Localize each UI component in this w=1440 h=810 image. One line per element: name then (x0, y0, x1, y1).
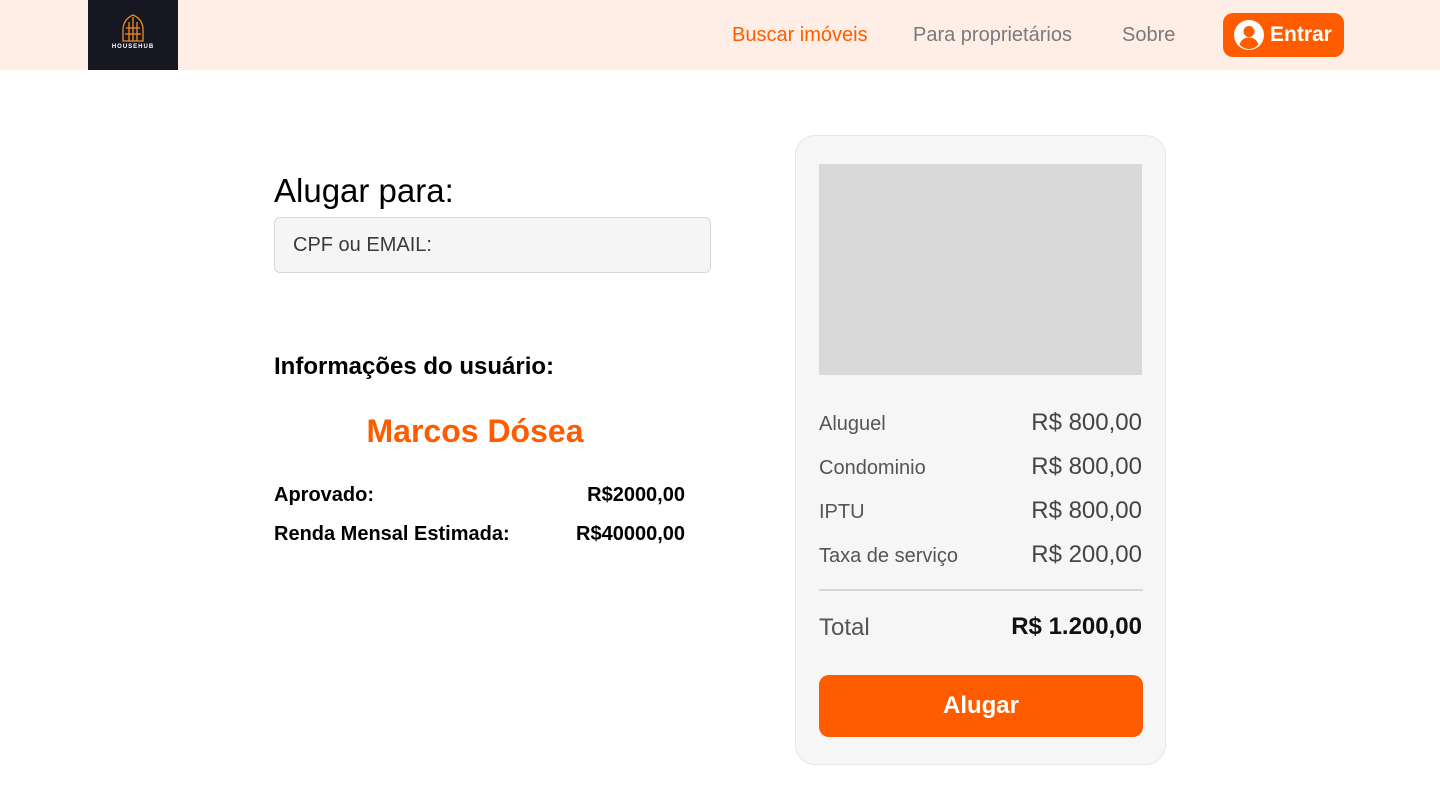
price-label: IPTU (819, 501, 865, 523)
price-row-taxa: Taxa de serviço R$ 200,00 (819, 540, 1142, 570)
price-label: Condominio (819, 457, 926, 479)
top-header: HOUSEHUB Buscar imóveis Para proprietári… (0, 0, 1440, 70)
income-label: Renda Mensal Estimada: (274, 523, 510, 545)
price-value: R$ 800,00 (1031, 497, 1142, 524)
login-button[interactable]: Entrar (1223, 13, 1344, 57)
property-image-placeholder (819, 164, 1142, 375)
login-label: Entrar (1270, 23, 1332, 46)
nav-para-proprietarios[interactable]: Para proprietários (913, 22, 1072, 48)
approved-label: Aprovado: (274, 484, 374, 506)
price-row-aluguel: Aluguel R$ 800,00 (819, 408, 1142, 438)
user-name: Marcos Dósea (366, 413, 584, 449)
price-value: R$ 800,00 (1031, 453, 1142, 480)
income-value: R$40000,00 (576, 523, 685, 545)
brand-logo[interactable]: HOUSEHUB (88, 0, 178, 70)
price-row-iptu: IPTU R$ 800,00 (819, 496, 1142, 526)
price-label: Taxa de serviço (819, 545, 958, 567)
summary-divider (819, 589, 1143, 591)
nav-sobre[interactable]: Sobre (1122, 22, 1175, 48)
rental-summary-card: Aluguel R$ 800,00 Condominio R$ 800,00 I… (795, 135, 1166, 765)
cpf-email-input[interactable] (274, 217, 711, 273)
total-row: Total R$ 1.200,00 (819, 612, 1142, 644)
building-logo-icon (122, 14, 144, 42)
total-label: Total (819, 614, 870, 641)
approved-value: R$2000,00 (587, 484, 685, 506)
price-row-condominio: Condominio R$ 800,00 (819, 452, 1142, 482)
nav-buscar-imoveis[interactable]: Buscar imóveis (732, 22, 868, 48)
user-avatar-icon (1234, 20, 1264, 50)
rent-button[interactable]: Alugar (819, 675, 1143, 737)
price-value: R$ 800,00 (1031, 409, 1142, 436)
brand-name: HOUSEHUB (111, 44, 155, 50)
total-value: R$ 1.200,00 (1011, 613, 1142, 640)
user-info-heading: Informações do usuário: (274, 353, 555, 380)
rent-for-heading: Alugar para: (274, 172, 454, 209)
price-value: R$ 200,00 (1031, 541, 1142, 568)
price-label: Aluguel (819, 413, 886, 435)
